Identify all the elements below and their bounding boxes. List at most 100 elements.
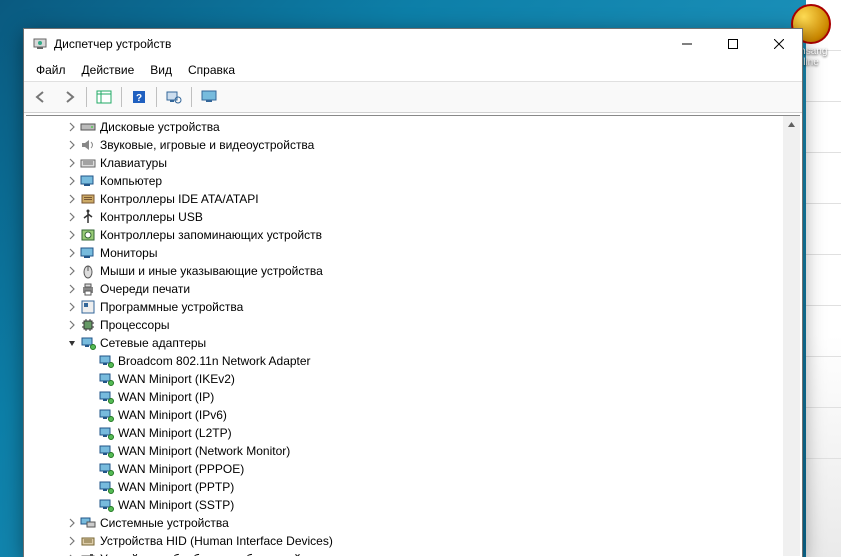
network-icon: [98, 353, 114, 369]
tree-item[interactable]: WAN Miniport (L2TP): [26, 424, 800, 442]
tree-item[interactable]: WAN Miniport (PPTP): [26, 478, 800, 496]
sound-icon: [80, 137, 96, 153]
tree-item-label: WAN Miniport (IPv6): [118, 408, 227, 422]
expand-icon[interactable]: [64, 320, 80, 330]
tree-item-label: Устройства обработки изображений: [100, 552, 301, 556]
expand-icon[interactable]: [64, 284, 80, 294]
menu-view[interactable]: Вид: [142, 61, 180, 79]
print-icon: [80, 281, 96, 297]
tree-item-label: Мыши и иные указывающие устройства: [100, 264, 323, 278]
tree-item-label: Дисковые устройства: [100, 120, 220, 134]
maximize-button[interactable]: [710, 29, 756, 59]
expand-icon[interactable]: [64, 266, 80, 276]
menubar: Файл Действие Вид Справка: [24, 59, 802, 82]
expand-icon[interactable]: [64, 176, 80, 186]
tree-item[interactable]: Контроллеры IDE ATA/ATAPI: [26, 190, 800, 208]
expand-icon[interactable]: [64, 302, 80, 312]
collapse-icon[interactable]: [64, 338, 80, 348]
tree-item[interactable]: Дисковые устройства: [26, 118, 800, 136]
tree-item-label: Процессоры: [100, 318, 170, 332]
menu-action[interactable]: Действие: [74, 61, 143, 79]
minimize-button[interactable]: [664, 29, 710, 59]
tree-item-label: Программные устройства: [100, 300, 243, 314]
tree-item-label: WAN Miniport (PPTP): [118, 480, 234, 494]
tree-item-label: Звуковые, игровые и видеоустройства: [100, 138, 314, 152]
tree-item[interactable]: WAN Miniport (SSTP): [26, 496, 800, 514]
back-button[interactable]: [28, 84, 54, 110]
usb-icon: [80, 209, 96, 225]
tree-item[interactable]: Системные устройства: [26, 514, 800, 532]
tree-item[interactable]: WAN Miniport (IP): [26, 388, 800, 406]
help-button[interactable]: ?: [126, 84, 152, 110]
tree-item-label: Broadcom 802.11n Network Adapter: [118, 354, 311, 368]
tree-item[interactable]: Компьютер: [26, 172, 800, 190]
tree-item-label: Компьютер: [100, 174, 162, 188]
tree-item[interactable]: Процессоры: [26, 316, 800, 334]
expand-icon[interactable]: [64, 212, 80, 222]
hid-icon: [80, 533, 96, 549]
monitor-icon: [80, 245, 96, 261]
tree-item[interactable]: WAN Miniport (PPPOE): [26, 460, 800, 478]
expand-icon[interactable]: [64, 230, 80, 240]
tree-item[interactable]: Контроллеры запоминающих устройств: [26, 226, 800, 244]
computer-icon: [80, 173, 96, 189]
scrollbar[interactable]: [783, 116, 800, 556]
network-icon: [98, 425, 114, 441]
keyboard-icon: [80, 155, 96, 171]
tree-item[interactable]: Устройства обработки изображений: [26, 550, 800, 556]
network-icon: [98, 371, 114, 387]
toolbar: ?: [24, 82, 802, 113]
scan-hardware-button[interactable]: [161, 84, 187, 110]
network-icon: [98, 479, 114, 495]
tree-item[interactable]: Устройства HID (Human Interface Devices): [26, 532, 800, 550]
network-icon: [98, 407, 114, 423]
menu-help[interactable]: Справка: [180, 61, 243, 79]
tree-item-label: Очереди печати: [100, 282, 190, 296]
tree-item[interactable]: WAN Miniport (IPv6): [26, 406, 800, 424]
tree-item-label: Клавиатуры: [100, 156, 167, 170]
tree-item-label: WAN Miniport (Network Monitor): [118, 444, 290, 458]
network-icon: [98, 461, 114, 477]
show-hide-tree-button[interactable]: [91, 84, 117, 110]
expand-icon[interactable]: [64, 248, 80, 258]
software-icon: [80, 299, 96, 315]
monitor-button[interactable]: [196, 84, 222, 110]
tree-item[interactable]: Мыши и иные указывающие устройства: [26, 262, 800, 280]
titlebar[interactable]: Диспетчер устройств: [24, 29, 802, 59]
tree-item[interactable]: Контроллеры USB: [26, 208, 800, 226]
tree-item-label: WAN Miniport (L2TP): [118, 426, 232, 440]
tree-item[interactable]: Broadcom 802.11n Network Adapter: [26, 352, 800, 370]
device-tree[interactable]: Дисковые устройства Звуковые, игровые и в…: [26, 116, 800, 556]
scroll-up-icon[interactable]: [783, 116, 800, 133]
tree-item-label: Контроллеры запоминающих устройств: [100, 228, 322, 242]
tree-item[interactable]: Звуковые, игровые и видеоустройства: [26, 136, 800, 154]
tree-item[interactable]: Очереди печати: [26, 280, 800, 298]
tree-item-label: WAN Miniport (SSTP): [118, 498, 234, 512]
expand-icon[interactable]: [64, 122, 80, 132]
expand-icon[interactable]: [64, 140, 80, 150]
tree-item[interactable]: Программные устройства: [26, 298, 800, 316]
disk-icon: [80, 119, 96, 135]
tree-item-label: WAN Miniport (IP): [118, 390, 214, 404]
tree-item-label: Сетевые адаптеры: [100, 336, 206, 350]
tree-item[interactable]: Сетевые адаптеры: [26, 334, 800, 352]
network-icon: [98, 443, 114, 459]
expand-icon[interactable]: [64, 518, 80, 528]
tree-item[interactable]: WAN Miniport (Network Monitor): [26, 442, 800, 460]
system-icon: [80, 515, 96, 531]
tree-item[interactable]: WAN Miniport (IKEv2): [26, 370, 800, 388]
cpu-icon: [80, 317, 96, 333]
storage-icon: [80, 227, 96, 243]
close-button[interactable]: [756, 29, 802, 59]
expand-icon[interactable]: [64, 554, 80, 556]
forward-button[interactable]: [56, 84, 82, 110]
tree-item[interactable]: Мониторы: [26, 244, 800, 262]
tree-item[interactable]: Клавиатуры: [26, 154, 800, 172]
mouse-icon: [80, 263, 96, 279]
expand-icon[interactable]: [64, 158, 80, 168]
expand-icon[interactable]: [64, 536, 80, 546]
expand-icon[interactable]: [64, 194, 80, 204]
menu-file[interactable]: Файл: [28, 61, 74, 79]
side-panel: [806, 0, 841, 557]
app-icon: [32, 36, 48, 52]
